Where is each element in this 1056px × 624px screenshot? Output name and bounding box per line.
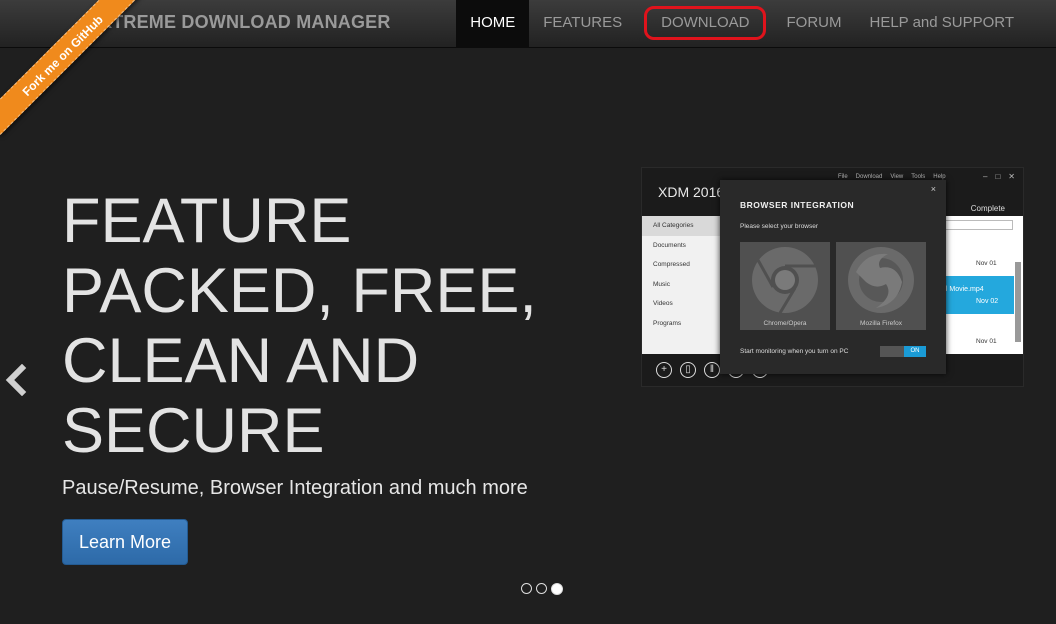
category-item: All Categories: [642, 216, 722, 236]
app-title: XDM 2016: [658, 184, 725, 200]
carousel-dot-1[interactable]: [521, 583, 532, 594]
nav-download[interactable]: DOWNLOAD: [644, 6, 767, 40]
category-item: Videos: [653, 300, 673, 307]
category-item: Compressed: [653, 261, 690, 268]
dialog-subtitle: Please select your browser: [740, 223, 819, 230]
row-date: Nov 01: [976, 260, 997, 267]
window-controls: – □ ✕: [983, 172, 1015, 181]
monitor-toggle: ON: [880, 346, 926, 357]
row-name: ul Movie.mp4: [942, 286, 984, 293]
browser-integration-dialog: × BROWSER INTEGRATION Please select your…: [720, 180, 946, 374]
chrome-icon: [752, 247, 818, 314]
chrome-card: Chrome/Opera: [740, 242, 830, 330]
minimize-icon: –: [983, 172, 988, 181]
toggle-on-label: ON: [904, 346, 926, 357]
firefox-label: Mozilla Firefox: [860, 320, 902, 327]
category-item: Programs: [653, 319, 682, 327]
row-date: Nov 01: [976, 338, 997, 345]
monitor-text: Start monitoring when you turn on PC: [740, 348, 849, 355]
nav-features[interactable]: FEATURES: [529, 0, 636, 48]
dialog-close-icon: ×: [930, 184, 936, 194]
carousel-indicators: [521, 583, 563, 595]
category-sidebar: All Categories Documents Compressed Musi…: [642, 216, 722, 354]
add-icon: +: [656, 362, 672, 378]
scrollbar: [1015, 262, 1021, 342]
category-item: Documents: [653, 241, 686, 249]
github-ribbon: Fork me on GitHub: [0, 0, 150, 150]
hero-title: FEATURE PACKED, FREE, CLEAN AND SECURE: [62, 186, 537, 466]
app-screenshot: XDM 2016 File Download View Tools Help –…: [641, 167, 1024, 387]
nav-home[interactable]: HOME: [456, 0, 530, 48]
complete-tab: Complete: [970, 204, 1005, 213]
maximize-icon: □: [995, 172, 1001, 181]
nav-menu: HOME FEATURES DOWNLOAD FORUM HELP and SU…: [456, 0, 1028, 48]
navbar: XTREME DOWNLOAD MANAGER HOME FEATURES DO…: [0, 0, 1056, 48]
chrome-label: Chrome/Opera: [763, 320, 807, 327]
fork-github-link[interactable]: Fork me on GitHub: [0, 0, 142, 135]
close-icon: ✕: [1008, 172, 1015, 181]
firefox-icon: [848, 247, 914, 313]
carousel-dot-2[interactable]: [536, 583, 547, 594]
dialog-title: BROWSER INTEGRATION: [740, 200, 855, 210]
learn-more-button[interactable]: Learn More: [62, 519, 188, 565]
hero-subtitle: Pause/Resume, Browser Integration and mu…: [62, 477, 528, 499]
category-item: Music: [653, 280, 670, 288]
nav-forum[interactable]: FORUM: [772, 0, 855, 48]
row-date: Nov 02: [976, 298, 999, 305]
pause-icon: ‖: [704, 362, 720, 378]
firefox-card: Mozilla Firefox: [836, 242, 926, 330]
carousel-dot-3[interactable]: [551, 583, 563, 595]
nav-help-support[interactable]: HELP and SUPPORT: [855, 0, 1028, 48]
delete-icon: ▯: [680, 362, 696, 378]
carousel-prev-icon[interactable]: [4, 364, 30, 396]
